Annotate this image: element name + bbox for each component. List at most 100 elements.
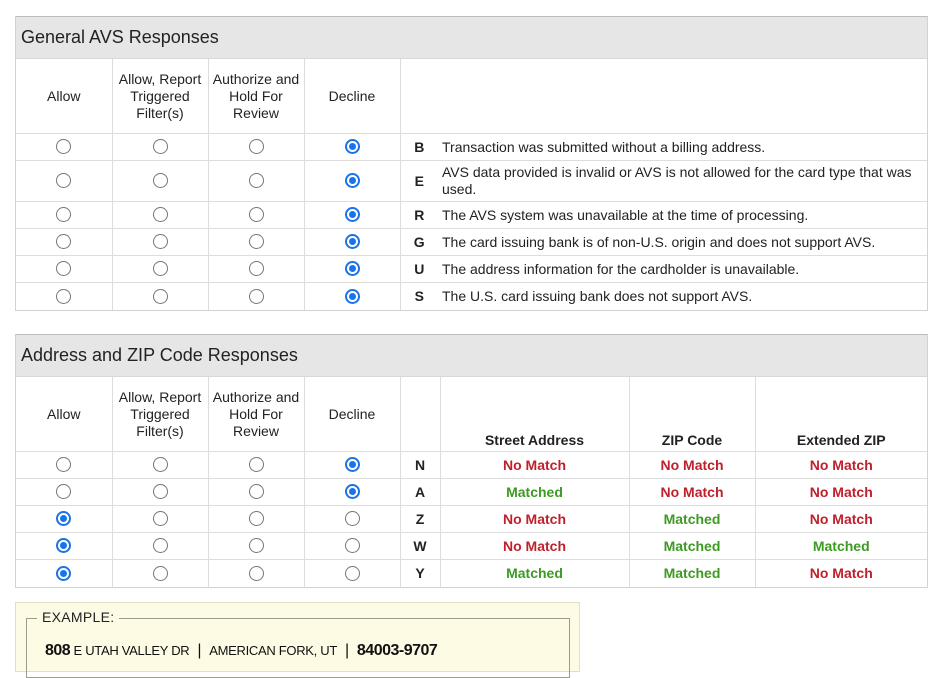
radio-cell-allow xyxy=(16,559,113,587)
radio-allow[interactable] xyxy=(56,565,72,581)
radio-decline[interactable] xyxy=(344,234,360,250)
radio-authorize-hold[interactable] xyxy=(248,484,264,500)
radio-allow[interactable] xyxy=(56,261,72,277)
radio-cell-authorize-hold xyxy=(207,478,305,506)
radio-decline[interactable] xyxy=(344,261,360,277)
radio-allow[interactable] xyxy=(56,288,72,304)
column-header-blank xyxy=(399,59,927,134)
radio-cell-allow xyxy=(16,451,113,479)
street-address-result: No Match xyxy=(439,532,630,560)
radio-allow-report[interactable] xyxy=(152,234,168,250)
radio-cell-allow-report xyxy=(111,228,209,256)
radio-decline[interactable] xyxy=(344,207,360,223)
street-address-result: No Match xyxy=(439,505,630,533)
radio-cell-allow xyxy=(16,282,113,310)
radio-cell-allow-report xyxy=(111,559,209,587)
response-code: Z xyxy=(399,505,441,533)
column-header-decline: Decline xyxy=(303,59,401,134)
radio-cell-allow xyxy=(16,505,113,533)
column-header-allow: Allow xyxy=(16,59,113,134)
radio-allow[interactable] xyxy=(56,538,72,554)
table-row: G The card issuing bank is of non-U.S. or… xyxy=(16,228,927,256)
radio-authorize-hold[interactable] xyxy=(248,139,264,155)
radio-cell-allow-report xyxy=(111,255,209,283)
radio-allow-report[interactable] xyxy=(152,261,168,277)
radio-decline[interactable] xyxy=(344,538,360,554)
radio-authorize-hold[interactable] xyxy=(248,207,264,223)
panel-title: General AVS Responses xyxy=(16,17,927,59)
extended-zip-result: No Match xyxy=(754,478,927,506)
radio-allow[interactable] xyxy=(56,139,72,155)
radio-allow[interactable] xyxy=(56,457,72,473)
radio-allow-report[interactable] xyxy=(152,511,168,527)
radio-cell-decline xyxy=(303,228,401,256)
radio-cell-allow-report xyxy=(111,505,209,533)
radio-cell-authorize-hold xyxy=(207,201,305,229)
radio-cell-allow xyxy=(16,201,113,229)
radio-allow-report[interactable] xyxy=(152,288,168,304)
panel-title: Address and ZIP Code Responses xyxy=(16,335,927,377)
column-header-allow-report: Allow, Report Triggered Filter(s) xyxy=(111,377,209,452)
extended-zip-result: No Match xyxy=(754,559,927,587)
radio-allow-report[interactable] xyxy=(152,173,168,189)
response-code: E xyxy=(399,160,438,202)
table-row: Z No Match Matched No Match xyxy=(16,505,927,533)
radio-cell-authorize-hold xyxy=(207,133,305,161)
example-legend: EXAMPLE: xyxy=(37,609,120,625)
radio-cell-authorize-hold xyxy=(207,451,305,479)
zip-responses-table: Allow Allow, Report Triggered Filter(s) … xyxy=(16,377,927,587)
radio-decline[interactable] xyxy=(344,565,360,581)
radio-allow[interactable] xyxy=(56,484,72,500)
radio-allow[interactable] xyxy=(56,234,72,250)
radio-cell-allow xyxy=(16,478,113,506)
radio-decline[interactable] xyxy=(344,173,360,189)
radio-allow-report[interactable] xyxy=(152,457,168,473)
radio-cell-allow xyxy=(16,228,113,256)
example-zip: 84003-9707 xyxy=(356,642,438,659)
radio-cell-allow-report xyxy=(111,478,209,506)
radio-decline[interactable] xyxy=(344,288,360,304)
radio-allow-report[interactable] xyxy=(152,207,168,223)
radio-cell-allow xyxy=(16,532,113,560)
radio-decline[interactable] xyxy=(344,139,360,155)
radio-authorize-hold[interactable] xyxy=(248,565,264,581)
radio-cell-allow xyxy=(16,255,113,283)
column-header-code xyxy=(399,377,441,452)
radio-allow-report[interactable] xyxy=(152,139,168,155)
radio-decline[interactable] xyxy=(344,511,360,527)
radio-authorize-hold[interactable] xyxy=(248,457,264,473)
response-code: B xyxy=(399,133,438,161)
radio-allow-report[interactable] xyxy=(152,565,168,581)
radio-authorize-hold[interactable] xyxy=(248,234,264,250)
radio-allow[interactable] xyxy=(56,207,72,223)
column-header-authorize-hold: Authorize and Hold For Review xyxy=(207,59,305,134)
column-header-street-address: Street Address xyxy=(439,377,630,452)
radio-cell-authorize-hold xyxy=(207,505,305,533)
radio-allow[interactable] xyxy=(56,511,72,527)
table-row: E AVS data provided is invalid or AVS is … xyxy=(16,160,927,202)
radio-cell-allow-report xyxy=(111,532,209,560)
response-code: R xyxy=(399,201,438,229)
radio-cell-authorize-hold xyxy=(207,559,305,587)
column-header-decline: Decline xyxy=(303,377,401,452)
radio-cell-decline xyxy=(303,133,401,161)
radio-authorize-hold[interactable] xyxy=(248,511,264,527)
radio-authorize-hold[interactable] xyxy=(248,173,264,189)
example-separator: | xyxy=(197,642,202,659)
radio-cell-allow-report xyxy=(111,282,209,310)
column-header-extended-zip: Extended ZIP xyxy=(754,377,927,452)
table-row: A Matched No Match No Match xyxy=(16,478,927,506)
radio-cell-allow xyxy=(16,160,113,202)
radio-decline[interactable] xyxy=(344,484,360,500)
radio-authorize-hold[interactable] xyxy=(248,288,264,304)
radio-allow[interactable] xyxy=(56,173,72,189)
radio-authorize-hold[interactable] xyxy=(248,538,264,554)
radio-cell-decline xyxy=(303,559,401,587)
radio-decline[interactable] xyxy=(344,457,360,473)
response-description: The U.S. card issuing bank does not supp… xyxy=(438,282,927,310)
radio-allow-report[interactable] xyxy=(152,538,168,554)
radio-allow-report[interactable] xyxy=(152,484,168,500)
column-header-allow: Allow xyxy=(16,377,113,452)
radio-authorize-hold[interactable] xyxy=(248,261,264,277)
radio-cell-allow-report xyxy=(111,133,209,161)
